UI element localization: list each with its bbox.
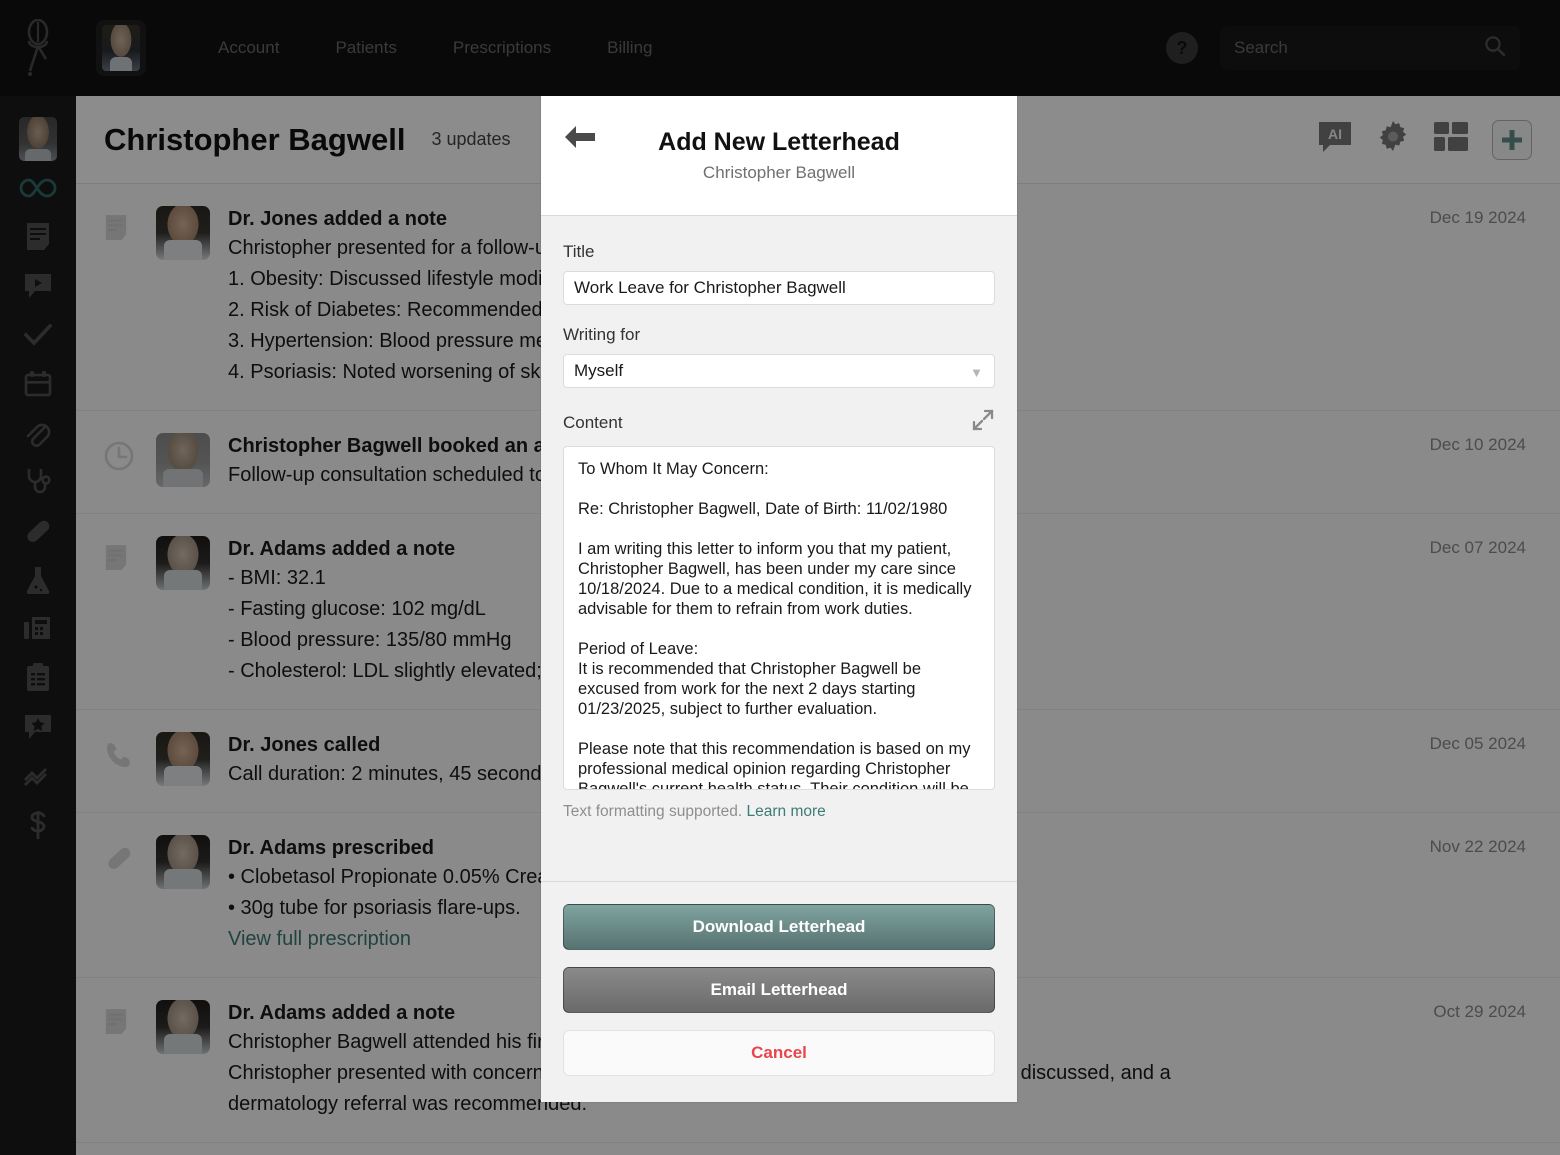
download-letterhead-button[interactable]: Download Letterhead — [563, 904, 995, 950]
title-field-label: Title — [563, 242, 595, 261]
content-textarea[interactable]: To Whom It May Concern: Re: Christopher … — [563, 446, 995, 790]
writing-for-value: Myself — [563, 354, 995, 388]
writing-for-select[interactable]: Myself ▼ — [563, 354, 995, 388]
writing-for-label: Writing for — [563, 325, 641, 344]
email-letterhead-button[interactable]: Email Letterhead — [563, 967, 995, 1013]
modal-subtitle: Christopher Bagwell — [702, 163, 856, 182]
modal-footer: Download Letterhead Email Letterhead Can… — [541, 881, 1017, 1102]
formatting-hint-text: Text formatting supported. — [563, 803, 743, 820]
expand-icon[interactable] — [971, 408, 995, 437]
modal-header: Add New Letterhead Christopher Bagwell — [541, 96, 1017, 216]
modal-title: Add New Letterhead — [658, 128, 900, 156]
app-root: Account Patients Prescriptions Billing ?… — [0, 0, 1560, 1155]
content-label-row: Content — [563, 408, 995, 437]
add-letterhead-modal: Add New Letterhead Christopher Bagwell T… — [541, 96, 1017, 1102]
back-arrow-icon[interactable] — [563, 124, 597, 155]
formatting-hint: Text formatting supported. Learn more — [563, 803, 995, 821]
chevron-down-icon: ▼ — [970, 365, 983, 380]
learn-more-link[interactable]: Learn more — [747, 803, 826, 820]
cancel-button[interactable]: Cancel — [563, 1030, 995, 1076]
title-input[interactable] — [563, 271, 995, 305]
content-label: Content — [563, 412, 623, 432]
modal-body: Title Writing for Myself ▼ Content To Wh… — [541, 216, 1017, 881]
